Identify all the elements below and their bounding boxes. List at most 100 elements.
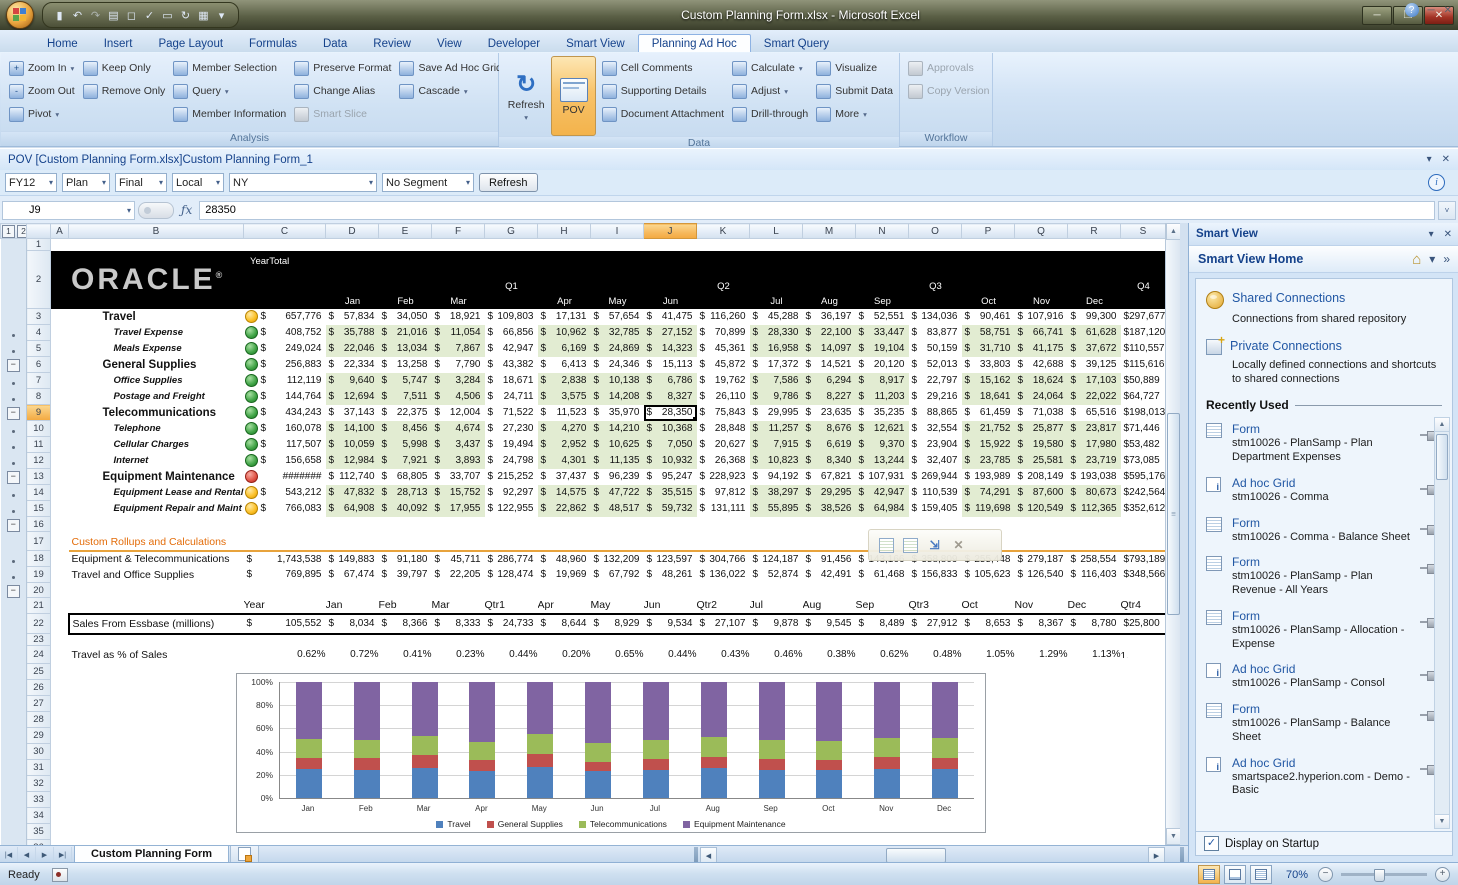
column-header-H[interactable]: H xyxy=(538,224,591,239)
cell[interactable]: $38,297 xyxy=(750,485,803,501)
cell[interactable]: $39,125 xyxy=(1068,357,1121,373)
zoom-level[interactable]: 70% xyxy=(1286,869,1308,881)
row-label[interactable]: Telecommunications xyxy=(69,405,244,421)
pov-dimension-fy12[interactable]: FY12▾ xyxy=(5,173,57,192)
cell[interactable]: $6,294 xyxy=(803,373,856,389)
macro-record-icon[interactable] xyxy=(52,868,68,882)
vertical-scroll-thumb[interactable] xyxy=(1167,413,1180,615)
cell[interactable]: $2,838 xyxy=(538,373,591,389)
cascade-button[interactable]: Cascade▾ xyxy=(397,82,503,100)
cell[interactable]: $11,523 xyxy=(538,405,591,421)
cell[interactable]: $286,774 xyxy=(485,551,538,567)
cell[interactable]: $2,952 xyxy=(538,437,591,453)
drill-through-button[interactable]: Drill-through xyxy=(730,105,810,123)
cell[interactable]: $57,654 xyxy=(591,309,644,325)
cell[interactable]: $29,295 xyxy=(803,485,856,501)
cell[interactable]: $41,475 xyxy=(644,309,697,325)
cell[interactable]: $64,908 xyxy=(326,501,379,517)
cell[interactable]: $8,929 xyxy=(591,614,644,634)
save-ad-hoc-grid-button[interactable]: Save Ad Hoc Grid xyxy=(397,59,503,77)
row-label[interactable]: Equipment Maintenance xyxy=(69,469,244,485)
cell[interactable]: $9,534 xyxy=(644,614,697,634)
row-header-27[interactable]: 27 xyxy=(27,696,51,712)
cell[interactable]: $32,407 xyxy=(909,453,962,469)
cell[interactable]: $119,698 xyxy=(962,501,1015,517)
cell[interactable]: $23,904 xyxy=(909,437,962,453)
column-header-F[interactable]: F xyxy=(432,224,485,239)
tab-home[interactable]: Home xyxy=(34,35,91,52)
cell[interactable]: $48,517 xyxy=(591,501,644,517)
cell[interactable]: $20,627 xyxy=(697,437,750,453)
cell[interactable]: $7,915 xyxy=(750,437,803,453)
cell[interactable]: $109,803 xyxy=(485,309,538,325)
item-type-label[interactable]: Ad hoc Grid xyxy=(1232,476,1412,490)
cell[interactable]: $61,459 xyxy=(962,405,1015,421)
recently-used-item[interactable]: Formstm10026 - PlanSamp - Plan Departmen… xyxy=(1206,422,1412,465)
cell[interactable]: $434,243 xyxy=(244,405,326,421)
cell[interactable]: $87,600 xyxy=(1015,485,1068,501)
cell[interactable]: $24,869 xyxy=(591,341,644,357)
cell[interactable]: $67,821 xyxy=(803,469,856,485)
cell[interactable]: $10,138 xyxy=(591,373,644,389)
pane-scroll-thumb[interactable] xyxy=(1436,434,1448,480)
open-icon[interactable]: ▭ xyxy=(160,8,175,23)
row-header-33[interactable]: 33 xyxy=(27,792,51,808)
cell[interactable]: $107,916 xyxy=(1015,309,1068,325)
column-header-J[interactable]: J xyxy=(644,224,697,239)
cell[interactable]: $22,205 xyxy=(432,567,485,583)
cell[interactable]: $41,175 xyxy=(1015,341,1068,357)
cell[interactable]: $10,932 xyxy=(644,453,697,469)
row-label[interactable]: Travel xyxy=(69,309,244,325)
home-icon[interactable]: ⌂ xyxy=(1412,251,1421,268)
row-header-16[interactable]: 16 xyxy=(27,517,51,532)
cell[interactable]: $3,284 xyxy=(432,373,485,389)
cell[interactable]: $10,962 xyxy=(538,325,591,341)
cell[interactable]: $132,209 xyxy=(591,551,644,567)
cell[interactable]: $8,367 xyxy=(1015,614,1068,634)
formula-input[interactable]: 28350 xyxy=(199,201,1435,220)
cell[interactable]: $8,456 xyxy=(379,421,432,437)
row-header-28[interactable]: 28 xyxy=(27,712,51,728)
cell[interactable]: $228,923 xyxy=(697,469,750,485)
zoom-out-button[interactable]: -Zoom Out xyxy=(7,82,77,100)
cell[interactable]: $42,947 xyxy=(485,341,538,357)
cell[interactable]: $12,621 xyxy=(856,421,909,437)
row-header-31[interactable]: 31 xyxy=(27,760,51,776)
row-header-1[interactable]: 1 xyxy=(27,239,51,251)
cell[interactable]: $11,257 xyxy=(750,421,803,437)
cell[interactable]: $8,653 xyxy=(962,614,1015,634)
cell[interactable]: $73,085 xyxy=(1121,453,1166,469)
cell[interactable]: $64,727 xyxy=(1121,389,1166,405)
cell[interactable]: $35,788 xyxy=(326,325,379,341)
cell[interactable]: $3,893 xyxy=(432,453,485,469)
cell[interactable]: $24,346 xyxy=(591,357,644,373)
cell[interactable]: $14,210 xyxy=(591,421,644,437)
recently-used-item[interactable]: Formstm10026 - PlanSamp - Balance Sheet xyxy=(1206,702,1412,745)
row-label[interactable]: Travel Expense xyxy=(69,325,244,341)
cell[interactable]: $126,540 xyxy=(1015,567,1068,583)
row-label[interactable]: Telephone xyxy=(69,421,244,437)
outline-collapse-button[interactable]: − xyxy=(7,407,20,420)
cell[interactable]: $90,461 xyxy=(962,309,1015,325)
cell[interactable]: $17,372 xyxy=(750,357,803,373)
print-preview-icon[interactable]: ◻ xyxy=(124,8,139,23)
row-header-17[interactable]: 17 xyxy=(27,532,51,551)
cell[interactable]: $92,297 xyxy=(485,485,538,501)
cell[interactable]: $43,382 xyxy=(485,357,538,373)
cell[interactable]: $18,624 xyxy=(1015,373,1068,389)
cell[interactable]: $6,413 xyxy=(538,357,591,373)
cell[interactable]: $256,883 xyxy=(244,357,326,373)
cell[interactable]: 0.43% xyxy=(697,646,750,664)
cell[interactable]: $215,252 xyxy=(485,469,538,485)
name-box[interactable]: J9 ▾ xyxy=(2,201,135,220)
more-button[interactable]: More▾ xyxy=(814,105,895,123)
pivot-button[interactable]: Pivot▾ xyxy=(7,105,77,123)
cell[interactable]: $149,883 xyxy=(326,551,379,567)
cell[interactable]: $208,149 xyxy=(1015,469,1068,485)
cell[interactable]: 0.65% xyxy=(591,646,644,664)
row-header-20[interactable]: 20 xyxy=(27,583,51,598)
cell[interactable]: $249,024 xyxy=(244,341,326,357)
formula-bar-expand-icon[interactable]: ˅ xyxy=(1438,201,1456,220)
cell[interactable]: $33,803 xyxy=(962,357,1015,373)
cell[interactable]: 1.05% xyxy=(962,646,1015,664)
